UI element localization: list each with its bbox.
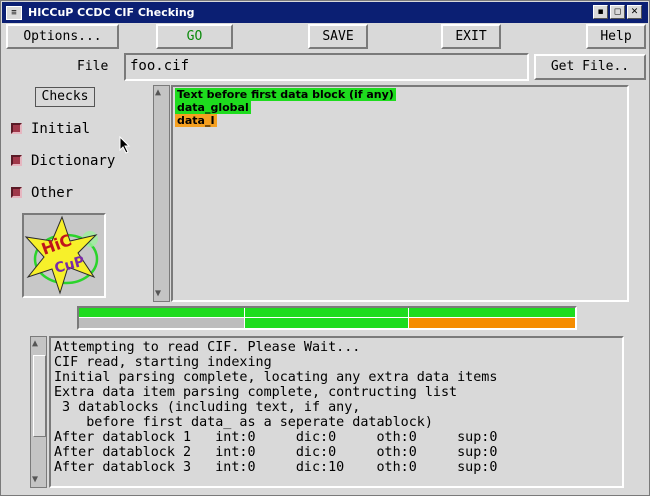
options-button[interactable]: Options... (6, 24, 119, 49)
dictionary-checkbox-label[interactable]: Dictionary (31, 153, 115, 169)
log-output: Attempting to read CIF. Please Wait... C… (49, 336, 624, 488)
log-line: Initial parsing complete, locating any e… (54, 370, 498, 385)
datablock-item[interactable]: Text before first data block (if any) (175, 88, 396, 101)
log-line: before first data_ as a seperate datablo… (54, 415, 433, 430)
datablock-scrollbar[interactable]: ▲ ▼ (153, 85, 170, 302)
help-button[interactable]: Help (586, 24, 646, 49)
datablock-list: Text before first data block (if any) da… (171, 85, 629, 302)
scroll-down-arrow-icon[interactable]: ▼ (155, 288, 161, 300)
strip-seg-3-bottom (409, 318, 575, 328)
go-button[interactable]: GO (156, 24, 233, 49)
log-line: After datablock 1 int:0 dic:0 oth:0 sup:… (54, 430, 498, 445)
dictionary-checkbox[interactable] (11, 155, 22, 166)
window-title: HICCuP CCDC CIF Checking (28, 6, 195, 19)
close-button[interactable]: ✕ (627, 5, 642, 19)
get-file-button[interactable]: Get File.. (534, 54, 646, 80)
log-line: After datablock 2 int:0 dic:0 oth:0 sup:… (54, 445, 498, 460)
hiccup-logo-icon: HiC CuP (24, 215, 99, 295)
hiccup-logo: HiC CuP (22, 213, 106, 298)
log-scroll-down-arrow-icon[interactable]: ▼ (32, 474, 38, 486)
strip-seg-2-top (245, 308, 408, 317)
log-scroll-thumb[interactable] (33, 355, 46, 437)
status-strip (77, 306, 577, 330)
log-line: 3 datablocks (including text, if any, (54, 400, 361, 415)
initial-checkbox-label[interactable]: Initial (31, 121, 90, 137)
other-checkbox-label[interactable]: Other (31, 185, 73, 201)
save-button[interactable]: SAVE (308, 24, 368, 49)
log-line: CIF read, starting indexing (54, 355, 272, 370)
exit-button[interactable]: EXIT (441, 24, 501, 49)
log-scrollbar[interactable]: ▲ ▼ (30, 336, 47, 488)
minimize-button[interactable]: ▪ (593, 5, 608, 19)
window-menu-icon[interactable]: ≡ (6, 5, 22, 20)
initial-checkbox[interactable] (11, 123, 22, 134)
other-checkbox[interactable] (11, 187, 22, 198)
strip-seg-1-top (79, 308, 244, 317)
log-scroll-up-arrow-icon[interactable]: ▲ (32, 338, 38, 350)
log-line: After datablock 3 int:0 dic:10 oth:0 sup… (54, 460, 498, 475)
strip-seg-1-bottom (79, 318, 244, 328)
file-input[interactable]: foo.cif (124, 53, 529, 81)
log-line: Extra data item parsing complete, contru… (54, 385, 458, 400)
checks-title: Checks (35, 87, 95, 107)
datablock-item[interactable]: data_global (175, 101, 251, 114)
file-label: File (77, 59, 109, 74)
scroll-up-arrow-icon[interactable]: ▲ (155, 87, 161, 99)
app-window: ≡ HICCuP CCDC CIF Checking ▪ ◻ ✕ Options… (0, 0, 650, 496)
maximize-button[interactable]: ◻ (610, 5, 625, 19)
strip-seg-3-top (409, 308, 575, 317)
mouse-cursor-icon (119, 136, 131, 154)
datablock-item[interactable]: data_I (175, 114, 217, 127)
strip-seg-2-bottom (245, 318, 408, 328)
title-bar[interactable]: ≡ HICCuP CCDC CIF Checking ▪ ◻ ✕ (2, 2, 648, 23)
log-line: Attempting to read CIF. Please Wait... (54, 340, 361, 355)
